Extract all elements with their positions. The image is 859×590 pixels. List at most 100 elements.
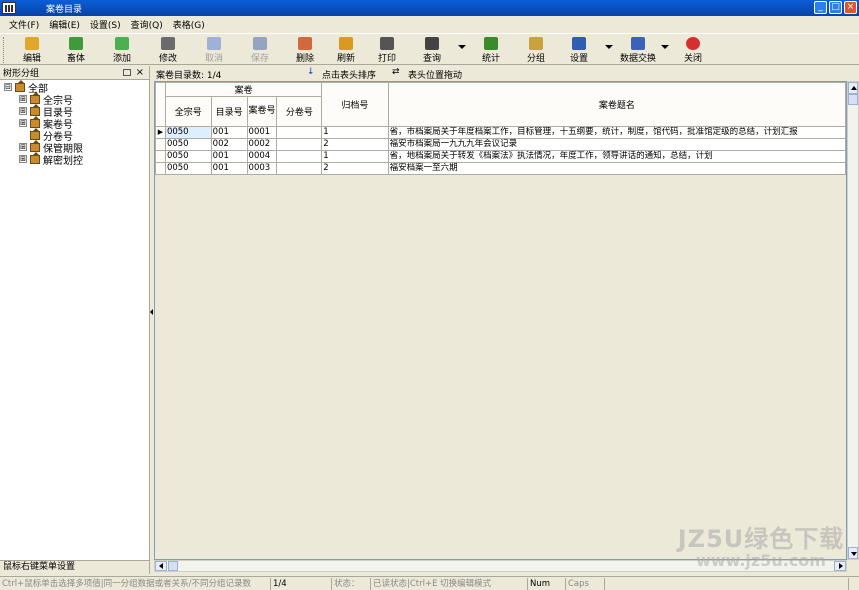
- search-button[interactable]: 查询: [412, 36, 452, 64]
- tree-node-file[interactable]: ⊞ 案卷号: [0, 115, 149, 131]
- toolbar-grip[interactable]: [3, 37, 6, 63]
- save-button[interactable]: 保存: [240, 36, 280, 64]
- print-label: 打印: [377, 54, 396, 64]
- add-button[interactable]: 添加: [102, 36, 142, 64]
- cell[interactable]: 福安档案一至六期: [387, 162, 846, 175]
- vertical-scrollbar[interactable]: [847, 81, 859, 560]
- cell[interactable]: 2: [321, 162, 389, 175]
- table-row[interactable]: ▶ 0050 001 0001 1 省，市档案局关于年度档案工作，目标管理，十五…: [155, 126, 846, 139]
- close-button[interactable]: 关闭: [673, 36, 713, 64]
- maximize-button[interactable]: □: [829, 1, 842, 14]
- settings-dropdown-arrow[interactable]: [605, 45, 613, 49]
- cell[interactable]: 2: [321, 138, 389, 151]
- stats-button[interactable]: 统计: [471, 36, 511, 64]
- menu-bar: 文件(F) 编辑(E) 设置(S) 查询(Q) 表格(G): [0, 16, 859, 33]
- vertical-scroll-thumb[interactable]: [848, 94, 858, 105]
- menu-table[interactable]: 表格(G): [172, 18, 206, 31]
- col-header-file-no[interactable]: 案卷号: [246, 96, 278, 127]
- minimize-button[interactable]: _: [814, 1, 827, 14]
- cell[interactable]: 1: [321, 126, 389, 139]
- table-row[interactable]: 0050 001 0004 1 省，地档案局关于转发《档案法》执法情况，年度工作…: [155, 150, 846, 163]
- menu-query[interactable]: 查询(Q): [130, 18, 164, 31]
- horizontal-scroll-thumb[interactable]: [168, 561, 178, 571]
- scroll-left-icon[interactable]: [155, 561, 167, 571]
- collapse-icon[interactable]: ⊟: [4, 83, 12, 91]
- cell[interactable]: [276, 162, 323, 175]
- cell[interactable]: 0050: [164, 150, 212, 163]
- col-header-fonds-no[interactable]: 全宗号: [164, 96, 212, 127]
- data-exchange-label: 数据交换: [619, 54, 656, 64]
- menu-settings[interactable]: 设置(S): [89, 18, 122, 31]
- tree-panel-footer[interactable]: 鼠标右键菜单设置: [0, 560, 149, 574]
- cell[interactable]: [276, 150, 323, 163]
- cell[interactable]: 0001: [246, 126, 278, 139]
- table-view-button[interactable]: 畜体: [56, 36, 96, 64]
- cell[interactable]: 省，地档案局关于转发《档案法》执法情况，年度工作，领导讲话的通知，总结，计划: [387, 150, 846, 163]
- cell[interactable]: 0050: [164, 162, 212, 175]
- delete-button[interactable]: 删除: [285, 36, 325, 64]
- cell[interactable]: [276, 126, 323, 139]
- cell[interactable]: 0003: [246, 162, 278, 175]
- expand-icon[interactable]: ⊞: [19, 107, 27, 115]
- main-panel: 案卷目录数: 1/4 ↓ 点击表头排序 ⇄ 表头位置拖动 案卷 归档号 案卷题名…: [154, 66, 859, 574]
- expand-icon[interactable]: ⊞: [19, 143, 27, 151]
- cancel-button[interactable]: 取消: [194, 36, 234, 64]
- print-button[interactable]: 打印: [367, 36, 407, 64]
- collapse-left-icon[interactable]: [150, 309, 153, 315]
- expand-icon[interactable]: ⊞: [19, 119, 27, 127]
- data-grid: 案卷 归档号 案卷题名 全宗号 目录号 案卷号 分卷号 ▶ 0050 001 0…: [154, 81, 847, 560]
- table-row[interactable]: 0050 001 0003 2 福安档案一至六期: [155, 162, 846, 175]
- edit-button[interactable]: 编辑: [12, 36, 52, 64]
- scroll-up-icon[interactable]: [848, 82, 858, 94]
- search-icon: [425, 37, 439, 50]
- scroll-right-icon[interactable]: [834, 561, 846, 571]
- tree-node-all[interactable]: ⊟ 全部: [0, 79, 149, 95]
- cell[interactable]: 0002: [246, 138, 278, 151]
- expand-icon[interactable]: ⊞: [19, 155, 27, 163]
- cell[interactable]: 001: [210, 162, 248, 175]
- exchange-icon: [631, 37, 645, 50]
- cell[interactable]: 0050: [164, 126, 212, 139]
- cell[interactable]: 福安市档案局一九九九年会议记录: [387, 138, 846, 151]
- tree-node-fonds[interactable]: ⊞ 全宗号: [0, 91, 149, 107]
- data-exchange-button[interactable]: 数据交换: [615, 36, 661, 64]
- expand-icon[interactable]: ⊞: [19, 95, 27, 103]
- info-bar: 案卷目录数: 1/4 ↓ 点击表头排序 ⇄ 表头位置拖动: [154, 66, 859, 81]
- cell[interactable]: 0050: [164, 138, 212, 151]
- folder-icon: [30, 115, 40, 128]
- folder-icon: [30, 151, 40, 164]
- cell[interactable]: 省，市档案局关于年度档案工作，目标管理，十五纲要，统计，制度，馆代码，批准馆定级…: [387, 126, 846, 139]
- panel-close-icon[interactable]: ×: [136, 67, 144, 78]
- menu-edit[interactable]: 编辑(E): [48, 18, 81, 31]
- delete-label: 删除: [295, 54, 314, 64]
- tree-node-catalog[interactable]: ⊞ 目录号: [0, 103, 149, 119]
- scroll-down-icon[interactable]: [848, 547, 858, 559]
- group-header[interactable]: 案卷: [164, 82, 323, 97]
- close-icon: [686, 37, 700, 50]
- col-header-archive-no[interactable]: 归档号: [321, 82, 389, 127]
- cell[interactable]: 0004: [246, 150, 278, 163]
- cell[interactable]: 1: [321, 150, 389, 163]
- search-dropdown-arrow[interactable]: [458, 45, 466, 49]
- refresh-button[interactable]: 刷新: [326, 36, 366, 64]
- tree-node-declassify[interactable]: ⊞ 解密划控: [0, 151, 149, 167]
- table-row[interactable]: 0050 002 0002 2 福安市档案局一九九九年会议记录: [155, 138, 846, 151]
- menu-file[interactable]: 文件(F): [8, 18, 40, 31]
- cancel-icon: [207, 37, 221, 50]
- cell[interactable]: 002: [210, 138, 248, 151]
- table-icon: [69, 37, 83, 50]
- group-button[interactable]: 分组: [516, 36, 556, 64]
- resize-grip-icon[interactable]: [848, 578, 859, 590]
- col-header-volume-no[interactable]: 分卷号: [276, 96, 323, 127]
- exchange-dropdown-arrow[interactable]: [661, 45, 669, 49]
- col-header-catalog-no[interactable]: 目录号: [210, 96, 248, 127]
- cell[interactable]: 001: [210, 150, 248, 163]
- pin-icon[interactable]: [123, 69, 131, 76]
- cell[interactable]: 001: [210, 126, 248, 139]
- horizontal-scrollbar[interactable]: [154, 560, 847, 572]
- modify-button[interactable]: 修改: [148, 36, 188, 64]
- close-window-button[interactable]: ×: [844, 1, 857, 14]
- settings-button[interactable]: 设置: [559, 36, 599, 64]
- col-header-title[interactable]: 案卷题名: [387, 82, 846, 127]
- cell[interactable]: [276, 138, 323, 151]
